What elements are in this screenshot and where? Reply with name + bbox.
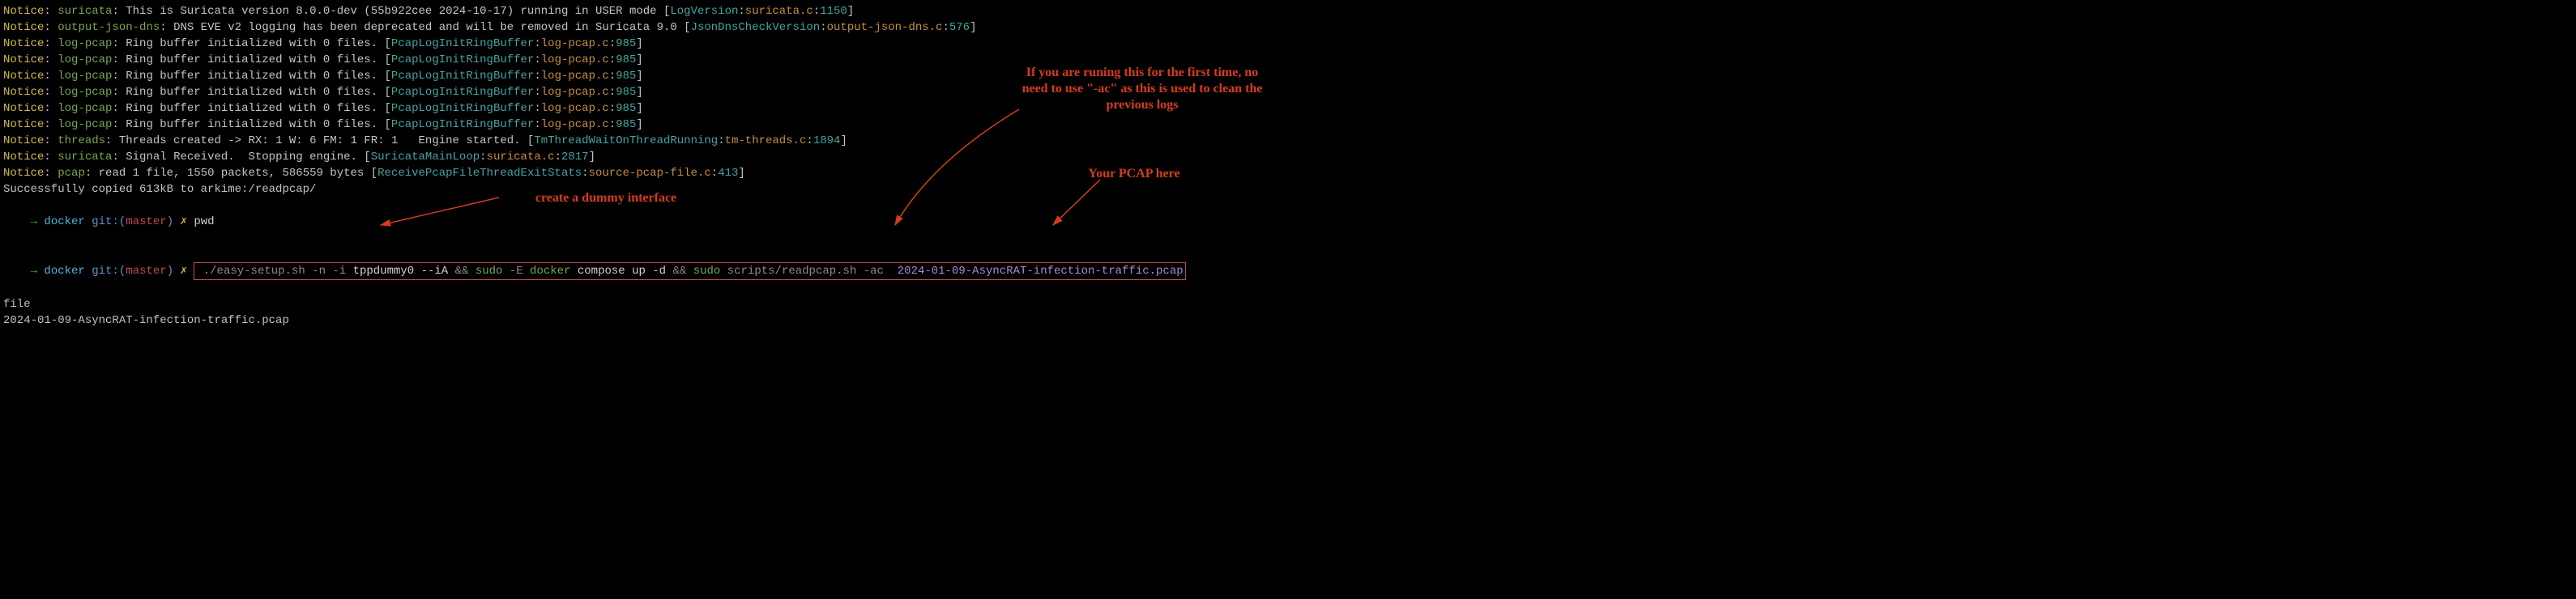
prompt-cmd: pwd bbox=[194, 215, 214, 228]
prompt-arrow: → bbox=[31, 215, 37, 228]
highlighted-command[interactable]: ./easy-setup.sh -n -i tppdummy0 --iA && … bbox=[194, 262, 1185, 280]
prompt-arrow: → bbox=[31, 265, 37, 278]
log-line: Notice: pcap: read 1 file, 1550 packets,… bbox=[0, 165, 1189, 181]
log-line: Notice: log-pcap: Ring buffer initialize… bbox=[0, 36, 1189, 52]
cmd-segment: compose up -d bbox=[570, 265, 672, 278]
prompt-git-close: ) bbox=[167, 215, 173, 228]
prompt-dirty-icon: ✗ bbox=[181, 215, 187, 228]
prompt-dirty-icon: ✗ bbox=[181, 265, 187, 278]
prompt-dir: docker bbox=[44, 265, 84, 278]
cmd-segment: && bbox=[455, 265, 476, 278]
log-line: Notice: log-pcap: Ring buffer initialize… bbox=[0, 52, 1189, 68]
cmd-segment: sudo bbox=[693, 265, 721, 278]
prompt-line-2[interactable]: → docker git:(master) ✗ ./easy-setup.sh … bbox=[0, 246, 1189, 296]
annotation-first-time: If you are runing this for the first tim… bbox=[1021, 65, 1264, 113]
cmd-segment: scripts/readpcap.sh -ac bbox=[720, 265, 897, 278]
log-line: Notice: threads: Threads created -> RX: … bbox=[0, 133, 1189, 149]
log-line: Notice: suricata: This is Suricata versi… bbox=[0, 3, 1189, 19]
output-line: file bbox=[0, 296, 1189, 312]
annotation-pcap-here: Your PCAP here bbox=[1061, 166, 1207, 182]
cmd-segment: sudo bbox=[476, 265, 503, 278]
cmd-segment: -E bbox=[502, 265, 530, 278]
log-line: Notice: log-pcap: Ring buffer initialize… bbox=[0, 84, 1189, 100]
log-line: Notice: log-pcap: Ring buffer initialize… bbox=[0, 117, 1189, 133]
cmd-segment: ./easy-setup.sh -n -i bbox=[196, 265, 352, 278]
prompt-git-open: git:( bbox=[92, 215, 126, 228]
prompt-dir: docker bbox=[44, 215, 84, 228]
output-line: 2024-01-09-AsyncRAT-infection-traffic.pc… bbox=[0, 312, 1189, 329]
terminal-output: Notice: suricata: This is Suricata versi… bbox=[0, 0, 1189, 329]
log-line: Notice: log-pcap: Ring buffer initialize… bbox=[0, 68, 1189, 84]
annotation-dummy-interface: create a dummy interface bbox=[501, 190, 711, 206]
log-line: Notice: log-pcap: Ring buffer initialize… bbox=[0, 100, 1189, 117]
cmd-segment: tppdummy0 --iA bbox=[353, 265, 455, 278]
prompt-branch: master bbox=[126, 265, 166, 278]
prompt-branch: master bbox=[126, 215, 166, 228]
log-line: Notice: suricata: Signal Received. Stopp… bbox=[0, 149, 1189, 165]
prompt-git-open: git:( bbox=[92, 265, 126, 278]
log-line: Notice: output-json-dns: DNS EVE v2 logg… bbox=[0, 19, 1189, 36]
cmd-segment: && bbox=[673, 265, 693, 278]
prompt-git-close: ) bbox=[167, 265, 173, 278]
cmd-segment: 2024-01-09-AsyncRAT-infection-traffic.pc… bbox=[898, 265, 1184, 278]
cmd-segment: docker bbox=[530, 265, 570, 278]
